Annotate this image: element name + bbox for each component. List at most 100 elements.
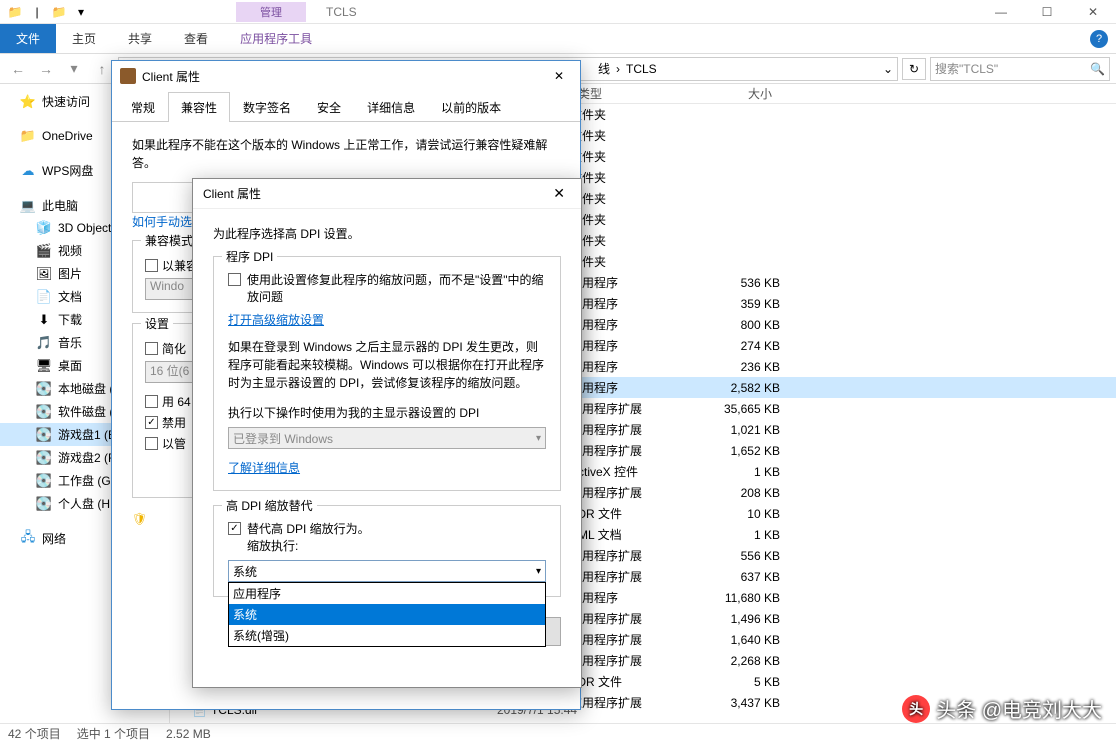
tab-previous[interactable]: 以前的版本 (428, 92, 514, 122)
file-size-cell: 556 KB (690, 549, 780, 563)
minimize-button[interactable]: — (978, 0, 1024, 24)
file-tab[interactable]: 文件 (0, 24, 56, 53)
search-placeholder: 搜索"TCLS" (935, 60, 998, 77)
dpi-override-group: 高 DPI 缩放替代 替代高 DPI 缩放行为。 缩放执行: 系统 ▾ 应用程序… (213, 505, 561, 597)
drive-icon: 💽 (36, 404, 52, 420)
back-button[interactable]: ← (6, 57, 30, 81)
home-tab[interactable]: 主页 (56, 24, 112, 53)
music-icon: 🎵 (36, 335, 52, 351)
breadcrumb-segment[interactable]: 线 (598, 60, 610, 77)
fix-scaling-checkbox[interactable] (228, 273, 241, 286)
tab-security[interactable]: 安全 (304, 92, 354, 122)
tab-general[interactable]: 常规 (118, 92, 168, 122)
file-type-cell: 应用程序扩展 (570, 400, 690, 417)
file-type-cell: 应用程序扩展 (570, 547, 690, 564)
refresh-button[interactable]: ↻ (902, 58, 926, 80)
drive-icon: 💽 (36, 473, 52, 489)
file-type-cell: 应用程序扩展 (570, 568, 690, 585)
file-type-cell: 应用程序扩展 (570, 694, 690, 711)
file-type-cell: ActiveX 控件 (570, 463, 690, 480)
scaling-performed-by-select[interactable]: 系统 ▾ (228, 560, 546, 582)
file-type-cell: 应用程序 (570, 295, 690, 312)
document-icon: 📄 (36, 289, 52, 305)
file-size-cell: 3,437 KB (690, 696, 780, 710)
status-selection: 选中 1 个项目 (77, 725, 150, 742)
dialog-titlebar[interactable]: Client 属性 ✕ (193, 179, 581, 209)
status-bar: 42 个项目 选中 1 个项目 2.52 MB (0, 723, 1116, 743)
scaling-dropdown-list: 应用程序 系统 系统(增强) (228, 582, 546, 647)
chevron-down-icon: ▾ (536, 566, 541, 577)
disable-fullscreen-checkbox[interactable] (145, 416, 158, 429)
toutiao-logo-icon: 头 (902, 695, 930, 723)
video-icon: 🎬 (36, 243, 52, 259)
help-icon[interactable]: ? (1090, 30, 1108, 48)
override-dpi-checkbox[interactable] (228, 522, 241, 535)
forward-button[interactable]: → (34, 57, 58, 81)
run-as-admin-checkbox[interactable] (145, 437, 158, 450)
dialog-titlebar[interactable]: Client 属性 ✕ (112, 61, 580, 91)
search-icon: 🔍 (1090, 62, 1105, 76)
breadcrumb-dropdown-icon[interactable]: ⌄ (883, 62, 893, 76)
file-type-cell: 应用程序 (570, 316, 690, 333)
window-title: TCLS (326, 5, 357, 19)
640x480-checkbox[interactable] (145, 395, 158, 408)
folder-icon: 📁 (20, 128, 36, 144)
close-icon[interactable]: ✕ (547, 185, 571, 202)
option-system[interactable]: 系统 (229, 604, 545, 625)
file-size-cell: 208 KB (690, 486, 780, 500)
program-dpi-group: 程序 DPI 使用此设置修复此程序的缩放问题，而不是"设置"中的缩放问题 打开高… (213, 256, 561, 491)
desktop-icon: 🖥 (36, 358, 52, 374)
window-titlebar: 📁 | 📁 ▾ 管理 TCLS — ☐ ✕ (0, 0, 1116, 24)
folder-icon[interactable]: 📁 (50, 3, 68, 21)
file-type-cell: 应用程序 (570, 274, 690, 291)
view-tab[interactable]: 查看 (168, 24, 224, 53)
share-tab[interactable]: 共享 (112, 24, 168, 53)
file-type-cell: 应用程序 (570, 358, 690, 375)
dpi-when-label: 执行以下操作时使用为我的主显示器设置的 DPI (228, 404, 546, 421)
cube-icon: 🧊 (36, 220, 52, 236)
file-type-cell: TDR 文件 (570, 505, 690, 522)
dropdown-icon[interactable]: ▾ (72, 3, 90, 21)
tab-compatibility[interactable]: 兼容性 (168, 92, 230, 122)
column-type[interactable]: 类型 (570, 85, 690, 102)
advanced-scaling-link[interactable]: 打开高级缩放设置 (228, 313, 324, 327)
qat-divider: | (28, 3, 46, 21)
compat-mode-checkbox[interactable] (145, 259, 158, 272)
contextual-tab-manage[interactable]: 管理 (236, 2, 306, 22)
compat-intro-text: 如果此程序不能在这个版本的 Windows 上正常工作，请尝试运行兼容性疑难解答… (132, 136, 560, 172)
file-type-cell: 应用程序 (570, 337, 690, 354)
manual-choose-link[interactable]: 如何手动选 (132, 215, 192, 229)
file-size-cell: 2,268 KB (690, 654, 780, 668)
app-icon (120, 68, 136, 84)
reduced-color-checkbox[interactable] (145, 342, 158, 355)
file-type-cell: 文件夹 (570, 211, 690, 228)
folder-quickaccess-icon[interactable]: 📁 (6, 3, 24, 21)
drive-icon: 💽 (36, 496, 52, 512)
recent-dropdown[interactable]: ▾ (62, 57, 86, 81)
file-size-cell: 1,496 KB (690, 612, 780, 626)
file-size-cell: 1 KB (690, 465, 780, 479)
status-item-count: 42 个项目 (8, 725, 61, 742)
file-size-cell: 800 KB (690, 318, 780, 332)
tab-signatures[interactable]: 数字签名 (230, 92, 304, 122)
learn-more-link[interactable]: 了解详细信息 (228, 461, 300, 475)
dialog-title: Client 属性 (142, 68, 200, 85)
tab-details[interactable]: 详细信息 (354, 92, 428, 122)
search-input[interactable]: 搜索"TCLS" 🔍 (930, 57, 1110, 81)
file-type-cell: 应用程序扩展 (570, 631, 690, 648)
maximize-button[interactable]: ☐ (1024, 0, 1070, 24)
close-icon[interactable]: ✕ (546, 69, 572, 83)
download-icon: ⬇ (36, 312, 52, 328)
app-tools-tab[interactable]: 应用程序工具 (224, 24, 328, 53)
file-type-cell: 文件夹 (570, 148, 690, 165)
close-button[interactable]: ✕ (1070, 0, 1116, 24)
column-size[interactable]: 大小 (690, 85, 780, 102)
option-application[interactable]: 应用程序 (229, 583, 545, 604)
file-type-cell: TDR 文件 (570, 673, 690, 690)
option-system-enhanced[interactable]: 系统(增强) (229, 625, 545, 646)
property-tabs: 常规 兼容性 数字签名 安全 详细信息 以前的版本 (112, 91, 580, 122)
breadcrumb-segment[interactable]: TCLS (626, 62, 657, 76)
chevron-down-icon: ▾ (536, 433, 541, 444)
file-type-cell: 应用程序扩展 (570, 652, 690, 669)
dialog-title: Client 属性 (203, 185, 261, 202)
